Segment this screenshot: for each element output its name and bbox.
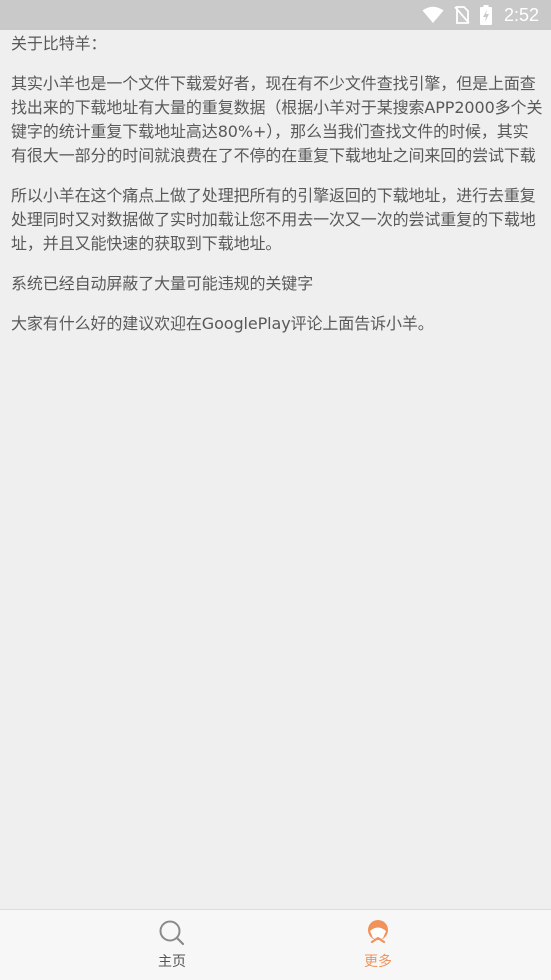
about-paragraph-feedback: 大家有什么好的建议欢迎在GooglePlay评论上面告诉小羊。 [11,314,434,333]
status-bar: 2:52 [0,0,551,30]
no-sim-icon [454,6,470,24]
about-paragraph-intro: 其实小羊也是一个文件下载爱好者，现在有不少文件查找引擎，但是上面查找出来的下载地… [11,74,543,165]
about-title: 关于比特羊： [11,34,107,53]
status-icons: 2:52 [422,0,539,30]
wifi-icon [422,6,444,23]
more-icon [368,920,388,944]
about-content: 关于比特羊： 其实小羊也是一个文件下载爱好者，现在有不少文件查找引擎，但是上面查… [11,32,543,352]
nav-tab-more[interactable]: 更多 [318,910,438,980]
nav-tab-more-label: 更多 [364,954,392,970]
about-paragraph-dedup: 所以小羊在这个痛点上做了处理把所有的引擎返回的下载地址，进行去重复处理同时又对数… [11,186,536,253]
battery-charging-icon [479,5,492,25]
about-paragraph-filter: 系统已经自动屏蔽了大量可能违规的关键字 [11,274,314,293]
bottom-nav: 主页 更多 [0,909,551,980]
status-time: 2:52 [503,4,539,25]
nav-tab-home[interactable]: 主页 [112,910,232,980]
nav-tab-home-label: 主页 [158,954,186,970]
search-icon [159,920,185,946]
